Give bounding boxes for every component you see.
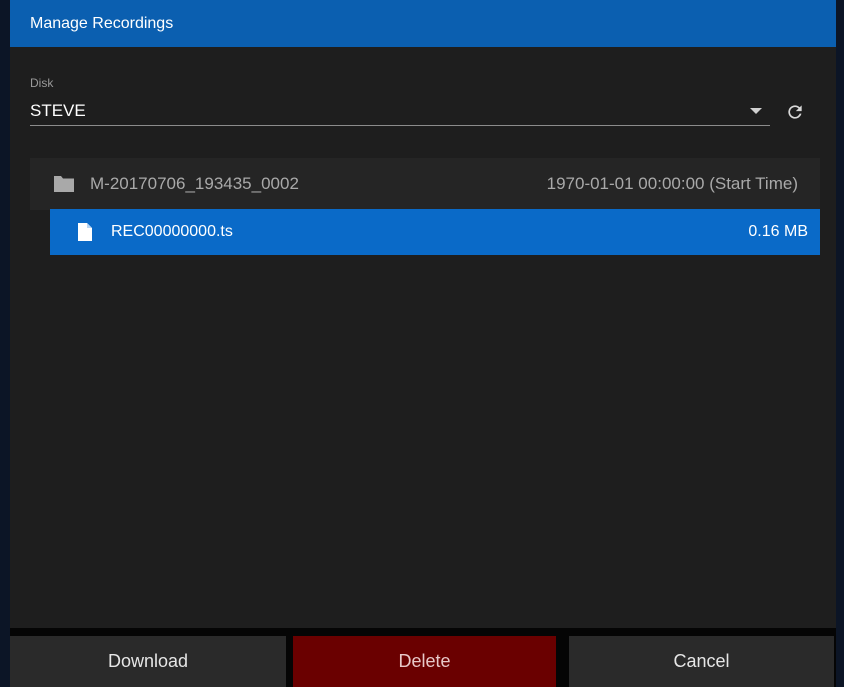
file-size: 0.16 MB [748, 223, 808, 240]
file-row[interactable]: REC00000000.ts 0.16 MB [50, 209, 820, 255]
dialog-title-bar: Manage Recordings [10, 0, 836, 47]
folder-start-time: 1970-01-01 00:00:00 (Start Time) [546, 174, 798, 193]
file-icon [77, 222, 93, 242]
folder-name: M-20170706_193435_0002 [90, 174, 299, 193]
folder-icon [52, 174, 76, 194]
folder-row[interactable]: M-20170706_193435_0002 1970-01-01 00:00:… [30, 158, 820, 210]
disk-select-value: STEVE [30, 101, 86, 120]
download-button[interactable]: Download [10, 636, 286, 687]
cancel-button[interactable]: Cancel [569, 636, 834, 687]
refresh-icon [788, 105, 802, 119]
background-left-edge [0, 0, 10, 687]
refresh-button[interactable] [782, 99, 808, 125]
disk-select[interactable]: STEVE [30, 97, 770, 126]
recordings-list: M-20170706_193435_0002 1970-01-01 00:00:… [30, 158, 820, 255]
file-name: REC00000000.ts [111, 223, 233, 240]
manage-recordings-dialog: Manage Recordings Disk STEVE M-20170706_… [10, 0, 836, 687]
background-right-edge [836, 0, 844, 687]
delete-button[interactable]: Delete [293, 636, 556, 687]
caret-down-icon [750, 108, 762, 114]
dialog-title: Manage Recordings [30, 14, 174, 32]
disk-label: Disk [30, 76, 54, 90]
dialog-footer: Download Delete Cancel [10, 628, 836, 687]
